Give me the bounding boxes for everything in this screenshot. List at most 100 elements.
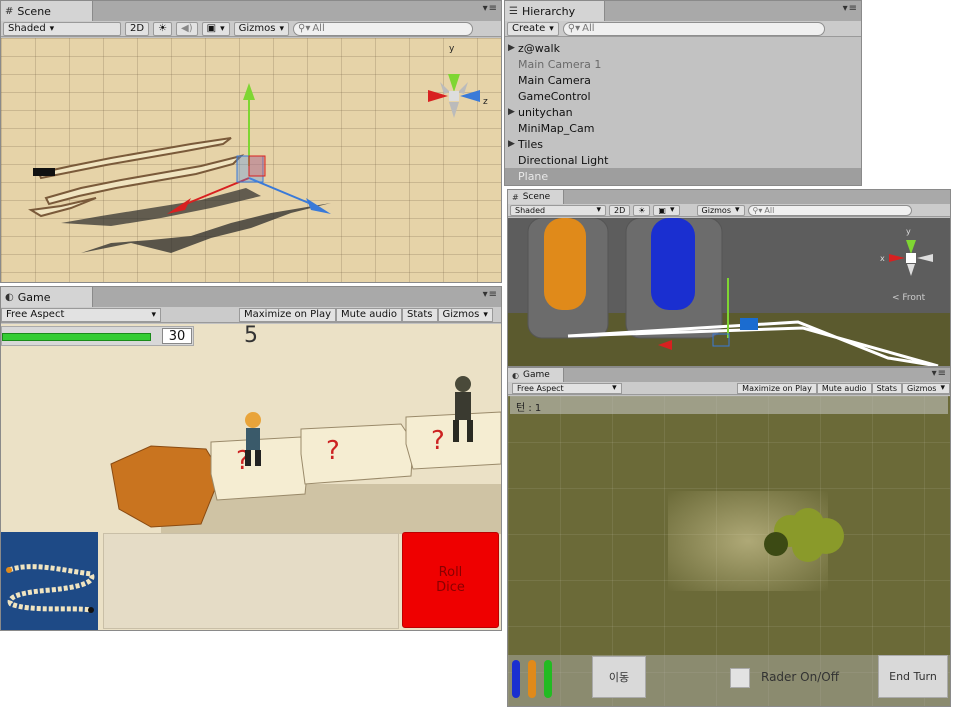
hierarchy-item-minimap-cam[interactable]: MiniMap_Cam — [518, 122, 594, 135]
gizmo-axis-z: z — [483, 97, 488, 107]
tile-number-3: ? — [431, 426, 445, 456]
hierarchy-item-gamecontrol[interactable]: GameControl — [518, 90, 591, 103]
game-controller-icon: ◐ — [512, 370, 519, 380]
scene-search-input[interactable]: ⚲▾ All — [293, 21, 473, 36]
mute-audio-button[interactable]: Mute audio — [336, 307, 402, 322]
scene-right-graphic: x y < Front — [508, 218, 950, 366]
hierarchy-tab-label: Hierarchy — [521, 4, 576, 18]
game-right-tabbar: ◐ Game ▾≡ — [508, 368, 950, 382]
hierarchy-item-unitychan[interactable]: unitychan — [518, 106, 573, 119]
panel-menu-icon[interactable]: ▾≡ — [483, 3, 498, 14]
gizmos-label: Gizmos — [701, 205, 731, 215]
scene-view-graphic: y z — [28, 44, 488, 253]
hierarchy-search-input[interactable]: ⚲▾ All — [562, 21, 825, 36]
scene-right-search-input[interactable]: ⚲▾ All — [747, 204, 912, 216]
search-icon: ⚲▾ — [567, 23, 581, 34]
aspect-label: Free Aspect — [517, 383, 564, 393]
roll-dice-button[interactable]: Roll Dice — [402, 532, 499, 628]
stats-button[interactable]: Stats — [871, 382, 902, 394]
blue-box — [740, 318, 758, 330]
hierarchy-tab[interactable]: ☰ Hierarchy — [505, 1, 605, 21]
scene-panel-right: # Scene Shaded 2D ☀ ▣ Gizmos ⚲▾ All — [507, 189, 951, 367]
aspect-dropdown[interactable]: Free Aspect — [512, 382, 622, 394]
gizmos-label: Gizmos — [238, 23, 276, 34]
radar-toggle[interactable] — [730, 668, 750, 688]
orange-bar — [544, 218, 586, 310]
expand-arrow-icon[interactable]: ▶ — [508, 43, 515, 53]
hierarchy-item-tiles[interactable]: Tiles — [518, 138, 543, 151]
panel-menu-icon[interactable]: ▾≡ — [843, 3, 858, 14]
aspect-dropdown[interactable]: Free Aspect — [1, 307, 161, 322]
resource-bar-blue — [512, 660, 520, 698]
scene-right-toolbar: Shaded 2D ☀ ▣ Gizmos ⚲▾ All — [508, 204, 950, 217]
orientation-y-label: y — [906, 227, 911, 236]
grid-icon: # — [5, 5, 14, 17]
scene-right-viewport[interactable]: x y < Front — [508, 218, 950, 366]
resource-bar-green — [544, 660, 552, 698]
panel-menu-icon[interactable]: ▾≡ — [483, 289, 498, 300]
hierarchy-item-directional-light[interactable]: Directional Light — [518, 154, 608, 167]
scene-tab[interactable]: # Scene — [1, 1, 93, 21]
mute-audio-button[interactable]: Mute audio — [816, 382, 872, 394]
audio-toggle-icon[interactable]: ◀) — [176, 21, 198, 36]
game-right-tab-label: Game — [522, 370, 550, 380]
resource-bar-orange — [528, 660, 536, 698]
mode-2d-button[interactable]: 2D — [609, 204, 631, 216]
game-right-tab[interactable]: ◐ Game — [508, 368, 564, 382]
maximize-on-play-button[interactable]: Maximize on Play — [737, 382, 817, 394]
grid-icon: # — [512, 192, 519, 202]
scene-right-tab[interactable]: # Scene — [508, 190, 564, 204]
dark-block — [33, 168, 55, 176]
hierarchy-item-walk[interactable]: z@walk — [518, 42, 560, 55]
expand-arrow-icon[interactable]: ▶ — [508, 107, 515, 117]
move-button-label: 이동 — [608, 671, 630, 684]
gizmos-dropdown[interactable]: Gizmos — [696, 204, 745, 216]
scene-tabbar: # Scene ▾≡ — [1, 1, 501, 21]
gizmos-label: Gizmos — [906, 383, 937, 393]
gizmo-y-arrow — [243, 83, 255, 100]
tile-2 — [300, 423, 414, 485]
search-icon: ⚲▾ — [298, 23, 311, 34]
search-placeholder: All — [312, 23, 325, 34]
gizmo-plane-handle-2 — [248, 155, 266, 177]
shading-label: Shaded — [515, 205, 546, 215]
lighting-toggle-icon[interactable]: ☀ — [153, 21, 173, 36]
stats-button[interactable]: Stats — [401, 307, 438, 322]
hierarchy-panel: ☰ Hierarchy ▾≡ Create ⚲▾ All ▶ z@walk Ma… — [504, 0, 862, 186]
hex-platform — [110, 445, 222, 528]
mode-2d-button[interactable]: 2D — [125, 21, 150, 36]
scene-tab-label: Scene — [17, 4, 51, 18]
gizmos-dropdown[interactable]: Gizmos — [233, 21, 289, 36]
hierarchy-item-main-camera-1[interactable]: Main Camera 1 — [518, 58, 601, 71]
hierarchy-item-main-camera[interactable]: Main Camera — [518, 74, 591, 87]
bush — [764, 508, 844, 562]
lighting-toggle-icon[interactable]: ☀ — [633, 204, 651, 216]
orientation-gizmo — [428, 74, 480, 118]
shading-dropdown[interactable]: Shaded — [3, 21, 121, 36]
game-toolbar: Free Aspect Maximize on Play Mute audio … — [1, 307, 501, 323]
game-tab[interactable]: ◐ Game — [1, 287, 93, 307]
shading-dropdown[interactable]: Shaded — [510, 204, 606, 216]
scene-viewport[interactable]: y z — [1, 38, 501, 282]
end-turn-button[interactable]: End Turn — [878, 655, 948, 698]
panel-menu-icon[interactable]: ▾≡ — [932, 368, 947, 379]
hierarchy-list: ▶ z@walk Main Camera 1 Main Camera GameC… — [505, 39, 861, 185]
gizmo-x-arrow — [306, 198, 331, 214]
effects-dropdown-icon[interactable]: ▣ — [653, 204, 680, 216]
gizmos-dropdown[interactable]: Gizmos — [901, 382, 950, 394]
game-panel-right: ◐ Game ▾≡ Free Aspect Maximize on Play M… — [507, 367, 951, 707]
gizmos-dropdown[interactable]: Gizmos — [437, 307, 493, 322]
effects-dropdown-icon[interactable]: ▣ — [201, 21, 230, 36]
create-dropdown[interactable]: Create — [507, 21, 559, 36]
move-button[interactable]: 이동 — [592, 656, 646, 698]
hierarchy-item-plane[interactable]: Plane — [518, 170, 548, 183]
maximize-on-play-button[interactable]: Maximize on Play — [239, 307, 337, 322]
game-right-toolbar: Free Aspect Maximize on Play Mute audio … — [508, 382, 950, 395]
blue-bar — [651, 218, 695, 310]
roll-dice-label-2: Dice — [436, 580, 465, 595]
gizmos-label: Gizmos — [442, 309, 480, 320]
hp-value-box: 30 — [162, 328, 192, 344]
expand-arrow-icon[interactable]: ▶ — [508, 139, 515, 149]
game-right-viewport[interactable]: 턴 : 1 이동 Rader On/Off End Turn — [508, 396, 950, 706]
info-panel — [103, 533, 399, 629]
